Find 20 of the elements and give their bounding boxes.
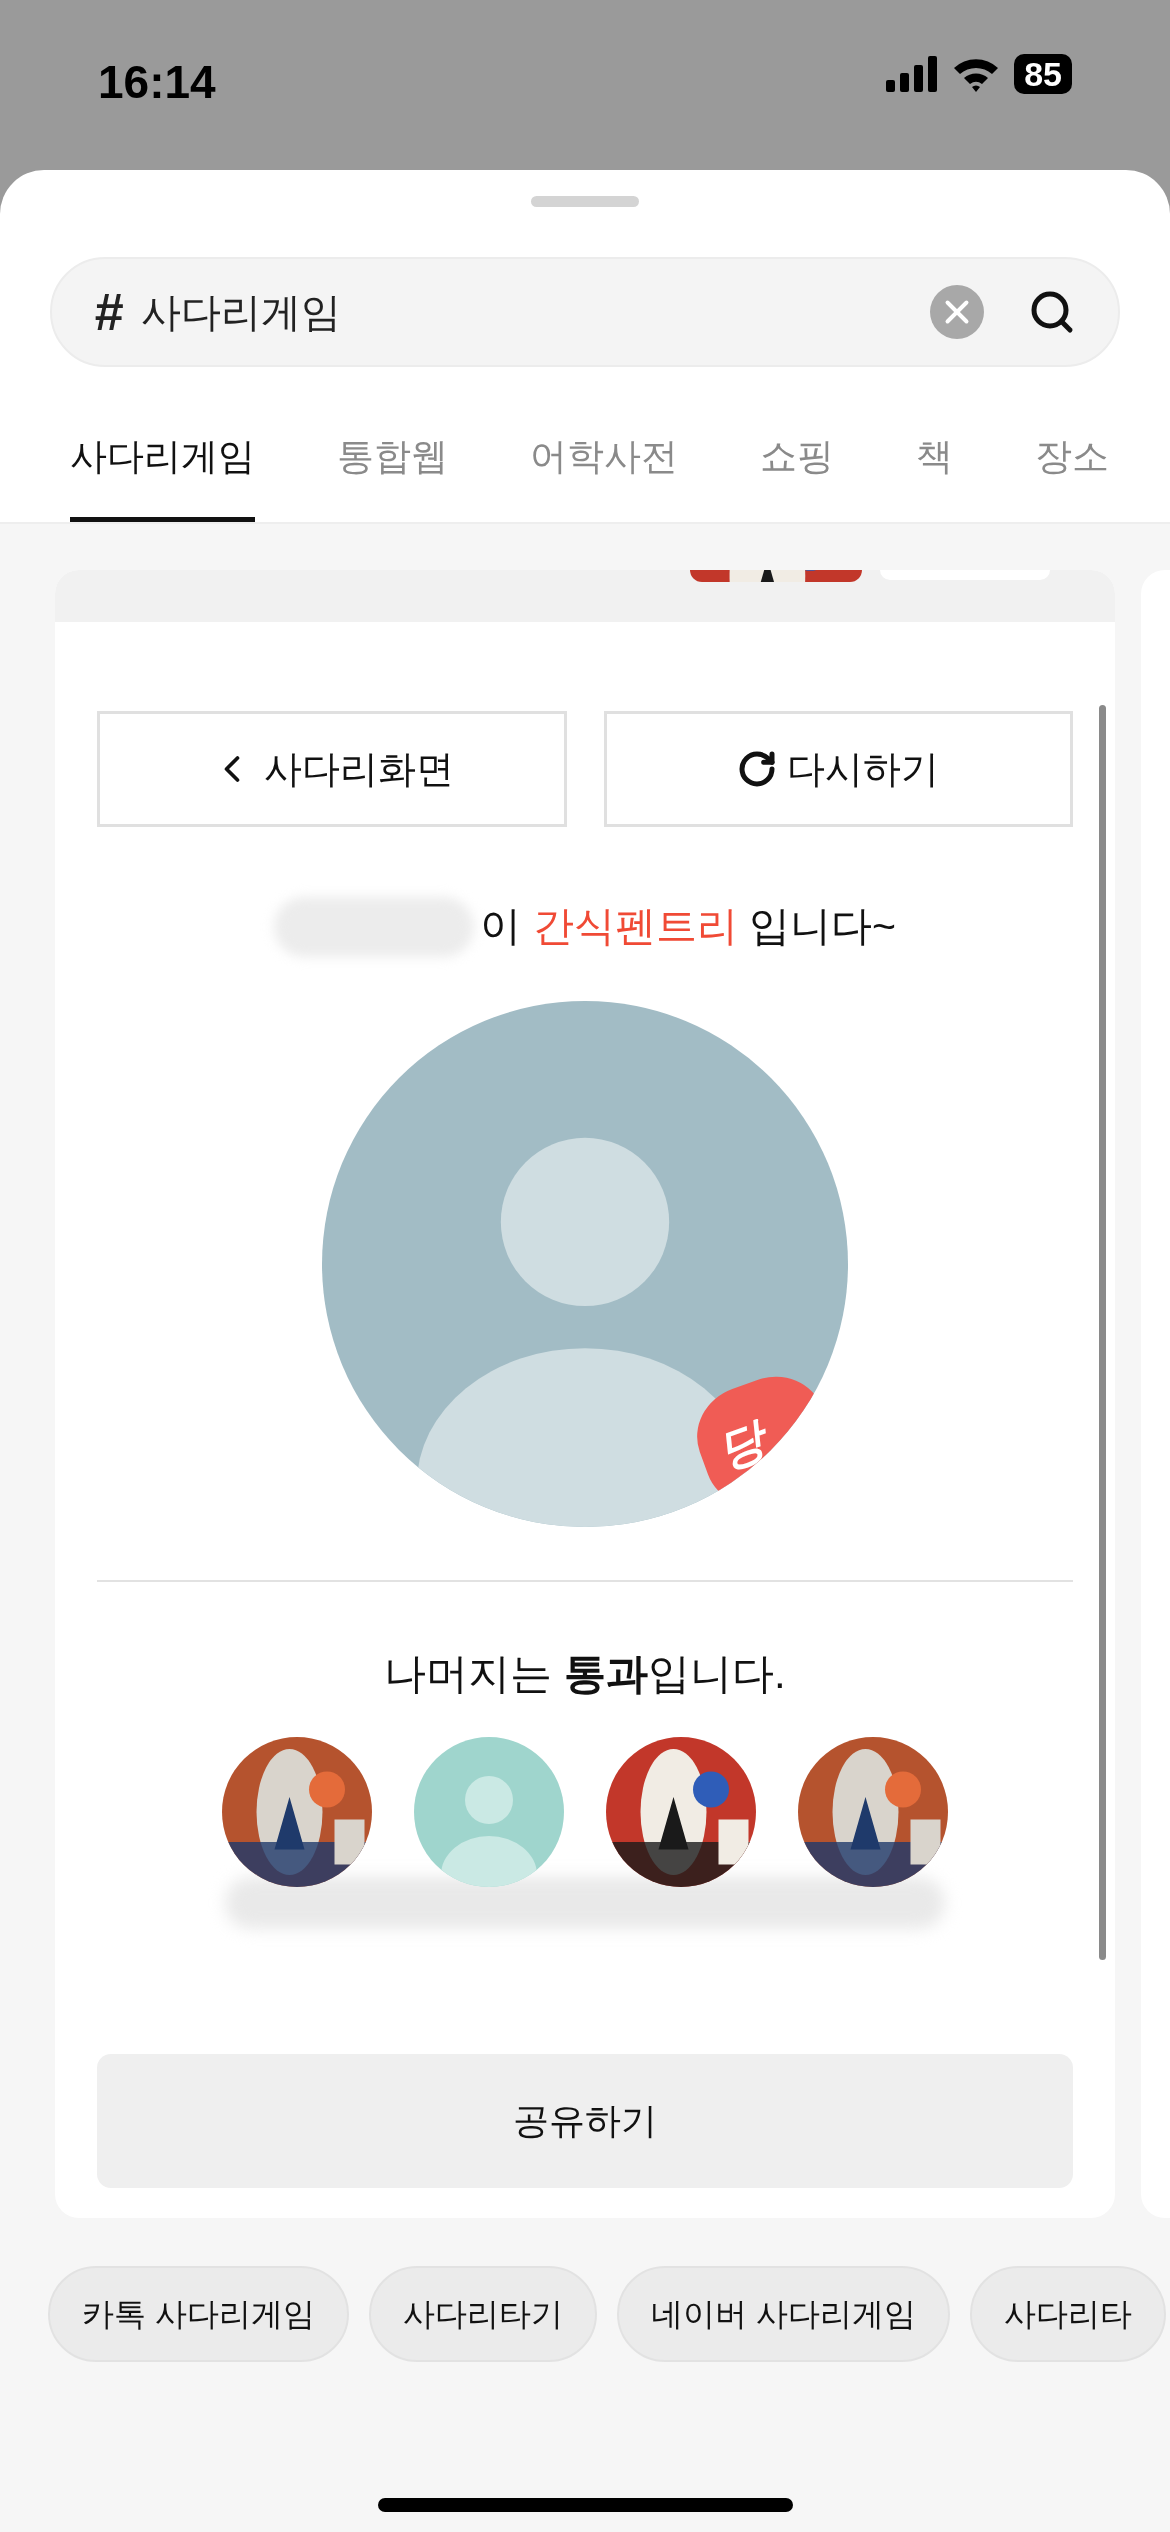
others-message: 나머지는 통과입니다. [384, 1649, 786, 1699]
suggestion-chip[interactable]: 카톡 사다리게임 [48, 2266, 349, 2362]
hashtag-label: # [94, 282, 123, 343]
retry-button[interactable]: 다시하기 [603, 711, 1073, 827]
signal-icon [886, 56, 939, 92]
clear-button[interactable] [930, 285, 984, 339]
status-time: 16:14 [98, 55, 216, 110]
drag-handle[interactable] [531, 196, 639, 207]
back-button[interactable]: 사다리화면 [97, 711, 567, 827]
search-text: 사다리게임 [140, 289, 342, 336]
wifi-icon [952, 56, 1001, 92]
refresh-icon [737, 749, 778, 789]
search-field[interactable]: # 사다리게임 [50, 257, 1120, 367]
scrollbar[interactable] [1099, 705, 1106, 1960]
suggestion-chip[interactable]: 사다리타기 [368, 2266, 597, 2362]
suggestion-chip[interactable]: 네이버 사다리게임 [616, 2266, 950, 2362]
share-button[interactable]: 공유하기 [97, 2054, 1073, 2188]
battery-indicator: 85 [1014, 54, 1072, 94]
suggestion-chip[interactable]: 사다리타 [969, 2266, 1166, 2362]
result-message: 이 간식펜트리 입니다~ [480, 902, 896, 952]
